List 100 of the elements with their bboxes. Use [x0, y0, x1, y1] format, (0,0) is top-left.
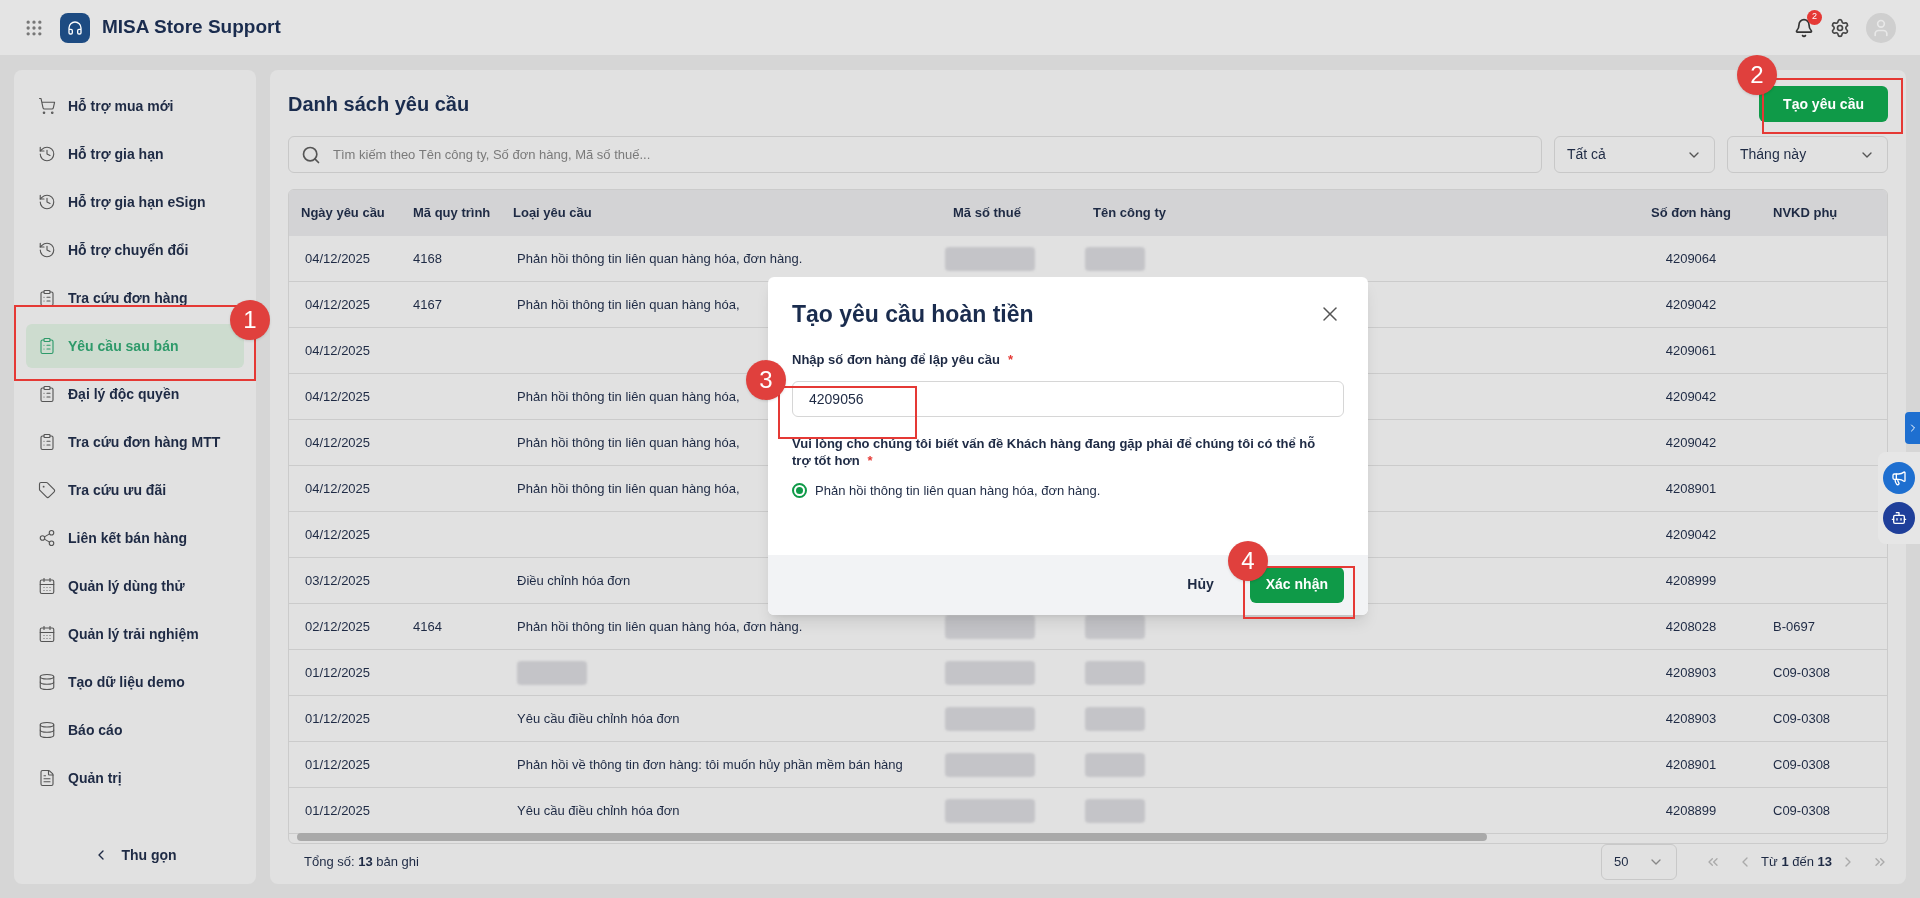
table-cell-text: 01/12/2025: [304, 663, 372, 682]
table-cell: 4208028: [1665, 618, 1717, 634]
table-cell: Phản hồi thông tin liên quan hàng hóa, đơn hàng.: [517, 250, 803, 266]
clipboard-icon: [38, 337, 56, 355]
filter-dropdown[interactable]: Tháng này: [1727, 136, 1888, 173]
create-request-button[interactable]: Tạo yêu cầu: [1759, 86, 1888, 122]
record-count: Tổng số: 13 bản ghi: [303, 853, 420, 872]
database-icon: [38, 721, 56, 739]
table-cell: C09-0308: [1773, 664, 1831, 680]
page-title: Danh sách yêu cầu: [288, 92, 470, 117]
sidebar-item[interactable]: Hỗ trợ mua mới: [26, 84, 244, 128]
table-cell-text: 04/12/2025: [304, 479, 372, 498]
cart-icon: [38, 97, 56, 115]
table-cell-text: 04/12/2025: [304, 525, 372, 544]
table-cell: 4209042: [1665, 296, 1717, 312]
column-header: Tên công ty: [1092, 204, 1167, 223]
step-badge: 2: [1737, 55, 1777, 95]
sidebar-item[interactable]: Quản trị: [26, 756, 244, 800]
app-title: MISA Store Support: [102, 15, 281, 40]
blurred-block: [1085, 706, 1145, 731]
table-cell: 4209042: [1665, 388, 1717, 404]
step-badge: 1: [230, 300, 270, 340]
network-icon: [38, 529, 56, 547]
table-cell: 4209042: [1665, 434, 1717, 450]
table-cell: 4164: [413, 618, 442, 634]
calendar-icon: [38, 577, 56, 595]
table-cell-text: 04/12/2025: [304, 433, 372, 452]
table-cell: Yêu cầu điều chỉnh hóa đơn: [517, 802, 680, 818]
column-header: Ngày yêu cầu: [300, 204, 386, 223]
option-label: Phản hồi thông tin liên quan hàng hóa, đơn hàng.: [815, 482, 1101, 500]
settings-icon[interactable]: [1830, 17, 1850, 38]
notification-bell-icon[interactable]: [1794, 17, 1814, 38]
required-asterisk: *: [867, 453, 873, 468]
column-header: NVKD phụ: [1772, 204, 1839, 223]
database-icon: [38, 673, 56, 691]
table-cell: Phản hồi thông tin liên quan hàng hóa,: [517, 434, 740, 450]
sidebar-item[interactable]: Tra cứu đơn hàng MTT: [26, 420, 244, 464]
document-icon: [38, 769, 56, 787]
history-icon: [38, 145, 56, 163]
sidebar-item[interactable]: Quản lý trải nghiệm: [26, 612, 244, 656]
table-cell: Phản hồi thông tin liên quan hàng hóa,: [517, 480, 740, 496]
sidebar-item[interactable]: Hỗ trợ gia hạn: [26, 132, 244, 176]
search-field[interactable]: Tìm kiếm theo Tên công ty, Số đơn hàng, Mã số thuế...: [288, 136, 1542, 173]
table-cell-text: 04/12/2025: [304, 341, 372, 360]
sidebar-item[interactable]: Báo cáo: [26, 708, 244, 752]
table-cell: Phản hồi thông tin liên quan hàng hóa,: [517, 296, 740, 312]
sidebar-item[interactable]: Tạo dữ liệu demo: [26, 660, 244, 704]
side-panel-tab[interactable]: [1905, 412, 1920, 444]
page-size-select[interactable]: 50: [1601, 844, 1678, 880]
table-cell: 4167: [413, 296, 442, 312]
calendar-icon: [38, 625, 56, 643]
table-cell: 4209061: [1665, 342, 1717, 358]
search-input[interactable]: Tìm kiếm theo Tên công ty, Số đơn hàng, Mã số thuế...: [333, 144, 1529, 165]
table-cell: C09-0308: [1773, 802, 1831, 818]
collapse-button[interactable]: Thu gọn: [26, 840, 244, 870]
app-logo-icon: [60, 12, 90, 43]
table-cell: Yêu cầu điều chỉnh hóa đơn: [517, 710, 680, 726]
table-cell: 4209042: [1665, 526, 1717, 542]
sidebar-item[interactable]: Hỗ trợ chuyển đổi: [26, 228, 244, 272]
table-cell: Phản hồi thông tin liên quan hàng hóa, đơn hàng.: [517, 618, 803, 634]
column-header: Số đơn hàng: [1650, 204, 1732, 223]
sidebar-item[interactable]: Đại lý độc quyền: [26, 372, 244, 416]
sidebar-item[interactable]: Liên kết bán hàng: [26, 516, 244, 560]
blurred-block: [517, 660, 587, 685]
blurred-block: [1085, 246, 1145, 271]
cancel-button[interactable]: Hủy: [1187, 574, 1214, 595]
table-cell: 4209064: [1665, 250, 1717, 266]
table-cell: C09-0308: [1773, 710, 1831, 726]
megaphone-icon[interactable]: [1883, 462, 1915, 494]
notification-badge: 2: [1807, 9, 1822, 25]
sidebar-item[interactable]: Tra cứu ưu đãi: [26, 468, 244, 512]
table-cell: 4168: [413, 250, 442, 266]
sidebar-item[interactable]: Quản lý dùng thử: [26, 564, 244, 608]
table-cell-text: 01/12/2025: [304, 755, 372, 774]
column-header: Mã quy trình: [412, 204, 492, 223]
table-cell-text: 02/12/2025: [304, 617, 372, 636]
sidebar-item[interactable]: Hỗ trợ gia hạn eSign: [26, 180, 244, 224]
table-cell: 4208901: [1665, 756, 1717, 772]
column-header: Mã số thuế: [952, 204, 1022, 223]
table-cell: 4208903: [1665, 710, 1717, 726]
field-label: Nhập số đơn hàng để lập yêu cầu: [792, 350, 1000, 369]
radio-button[interactable]: [792, 483, 807, 499]
tag-icon: [38, 481, 56, 499]
blurred-block: [1085, 614, 1145, 639]
table-cell: C09-0308: [1773, 756, 1831, 772]
order-number-field[interactable]: 4209056: [792, 381, 1344, 417]
filter-dropdown[interactable]: Tất cả: [1554, 136, 1715, 173]
table-cell: 4208999: [1665, 572, 1717, 588]
history-icon: [38, 193, 56, 211]
page-range: Từ 1 đến 13: [1761, 853, 1832, 872]
clipboard-icon: [38, 433, 56, 451]
table-cell: 4208899: [1665, 802, 1717, 818]
table-cell: 4208903: [1665, 664, 1717, 680]
table-cell: Phản hồi thông tin liên quan hàng hóa,: [517, 388, 740, 404]
robot-icon[interactable]: [1883, 502, 1915, 534]
horizontal-scrollbar[interactable]: [297, 833, 1487, 841]
clipboard-icon: [38, 385, 56, 403]
history-icon: [38, 241, 56, 259]
table-cell-text: 04/12/2025: [304, 249, 372, 268]
table-cell-text: 01/12/2025: [304, 801, 372, 820]
